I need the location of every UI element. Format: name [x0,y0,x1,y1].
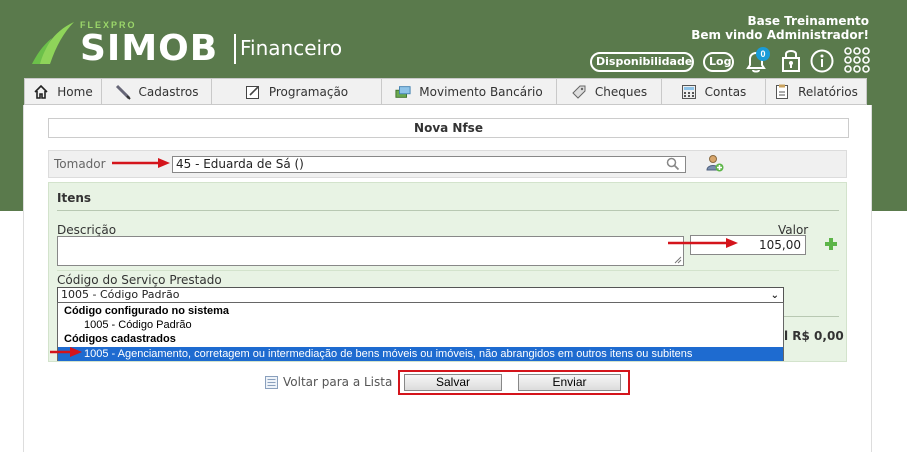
tomador-label: Tomador [54,157,106,171]
nav-home-label: Home [57,84,93,99]
apps-grid-icon[interactable] [844,47,870,73]
codigo-servico-select[interactable]: 1005 - Código Padrão ⌄ [57,287,784,303]
itens-title: Itens [57,191,92,205]
edit-icon [245,84,261,100]
add-user-icon[interactable] [706,154,724,172]
notification-badge: 0 [756,47,770,61]
home-icon [33,84,49,100]
itens-divider [57,210,839,211]
logo-separator [234,34,236,64]
page-title: Nova Nfse [48,118,849,138]
tomador-input[interactable]: 45 - Eduarda de Sá () [172,156,686,173]
codigo-servico-value: 1005 - Código Padrão [61,288,180,301]
welcome-text: Bem vindo Administrador! [691,28,869,42]
nav-programacao-label: Programação [268,84,349,99]
dropdown-group-sistema: Código configurado no sistema [64,305,230,317]
nav-contas-label: Contas [704,84,747,99]
nav-relatorios[interactable]: Relatórios [766,79,866,104]
voltar-label: Voltar para a Lista [283,375,393,389]
voltar-link[interactable]: Voltar para a Lista [265,375,392,389]
annotation-arrow-icon [668,238,738,248]
disponibilidade-button[interactable]: Disponibilidade [590,52,694,72]
codigo-servico-dropdown: Código configurado no sistema 1005 - Cód… [57,302,784,361]
chevron-down-icon: ⌄ [770,290,779,301]
nav-movimento-bancario[interactable]: Movimento Bancário [382,79,557,104]
lock-icon[interactable] [780,47,802,73]
dropdown-group-cadastrados: Códigos cadastrados [64,333,176,345]
tag-icon [571,84,587,100]
dropdown-option-agenciamento[interactable]: 1005 - Agenciamento, corretagem ou inter… [58,347,783,361]
total-divider [784,316,839,317]
add-item-plus-icon[interactable] [824,237,838,251]
leaf-logo-icon [32,22,74,64]
money-icon [395,84,411,100]
codigo-servico-label: Código do Serviço Prestado [57,273,222,287]
descricao-textarea[interactable] [57,236,684,266]
info-icon[interactable] [810,49,834,73]
nav-programacao[interactable]: Programação [212,79,382,104]
list-icon [265,375,278,389]
annotation-arrow-icon [112,158,170,168]
logo-name: SIMOB [80,28,219,69]
dropdown-option-padrao[interactable]: 1005 - Código Padrão [58,318,783,332]
logo-module: Financeiro [240,36,343,60]
nav-cheques-label: Cheques [594,84,648,99]
nav-movimento-label: Movimento Bancário [419,84,543,99]
pencil-icon [115,84,131,100]
annotation-arrow-icon [50,347,82,357]
itens-divider-2 [57,270,839,271]
nav-cadastros[interactable]: Cadastros [102,79,212,104]
main-nav: Home Cadastros Programação Movimento Ban… [24,78,867,105]
total-value: l R$ 0,00 [784,329,844,343]
resize-handle-icon[interactable] [674,256,682,264]
report-icon [774,84,790,100]
user-info: Base Treinamento Bem vindo Administrador… [691,14,869,42]
nav-cheques[interactable]: Cheques [557,79,662,104]
calculator-icon [681,84,697,100]
nav-home[interactable]: Home [25,79,102,104]
salvar-button[interactable]: Salvar [404,374,502,391]
nav-cadastros-label: Cadastros [138,84,199,99]
nav-relatorios-label: Relatórios [798,84,858,99]
descricao-label: Descrição [57,223,117,237]
enviar-button[interactable]: Enviar [518,374,621,391]
log-button[interactable]: Log [703,52,734,72]
base-name: Base Treinamento [747,14,869,28]
search-icon[interactable] [666,157,680,171]
nav-contas[interactable]: Contas [662,79,766,104]
